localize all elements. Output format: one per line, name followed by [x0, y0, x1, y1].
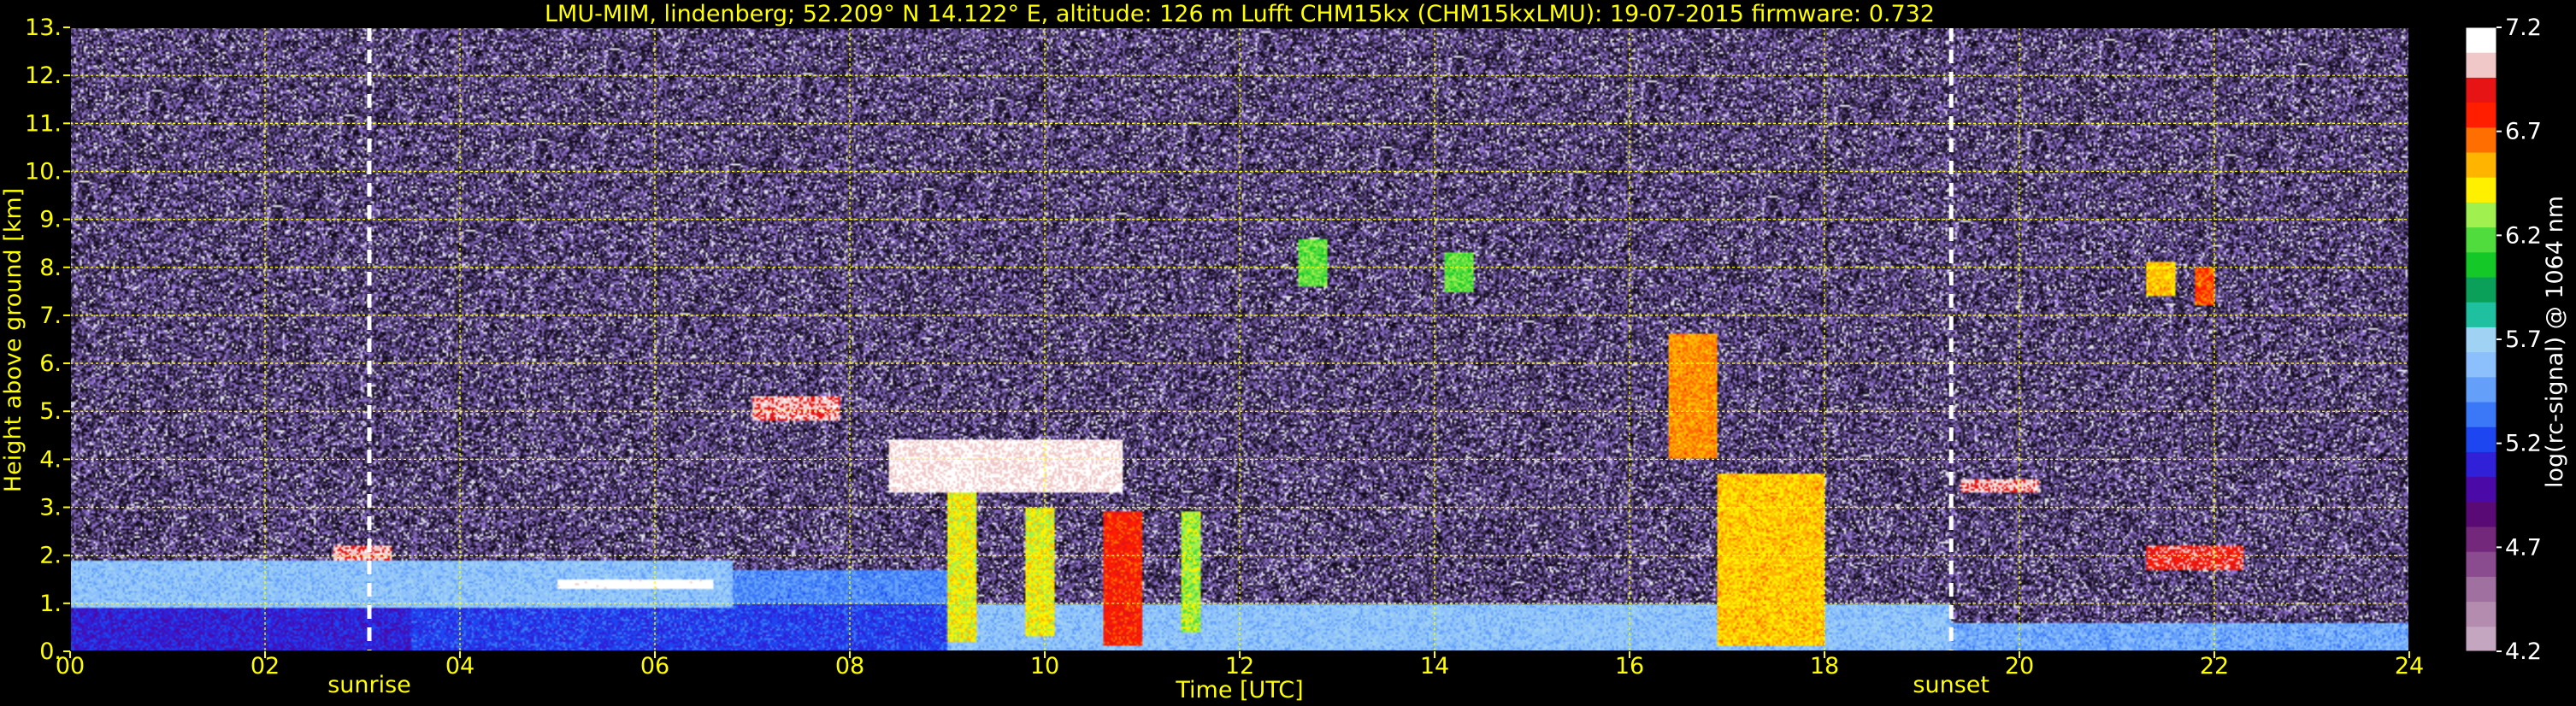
x-tick-label: 24 [2395, 653, 2424, 680]
x-tick-label: 14 [1420, 653, 1449, 680]
colorbar-swatch [2466, 402, 2496, 427]
colorbar-swatch [2466, 626, 2496, 652]
colorbar-swatch [2466, 501, 2496, 527]
y-tick-label: 10. [25, 158, 62, 185]
x-tick-label: 02 [251, 653, 280, 680]
y-tick-label: 2. [39, 543, 62, 569]
x-tick-label: 18 [1810, 653, 1839, 680]
colorbar-swatch [2466, 227, 2496, 253]
y-axis-label: Height above ground [km] [0, 188, 27, 492]
y-tick-label: 13. [25, 15, 62, 41]
colorbar-swatch [2466, 527, 2496, 552]
colorbar-tick-label: 6.7 [2505, 119, 2542, 145]
colorbar-swatch [2466, 551, 2496, 577]
colorbar-swatch [2466, 451, 2496, 478]
colorbar-swatch [2466, 327, 2496, 353]
colorbar-swatch [2466, 126, 2496, 153]
y-tick-label: 5. [39, 398, 62, 425]
annotation-label: sunset [1913, 672, 1989, 698]
colorbar-label: log(rc-signal) @ 1064 nm [2542, 196, 2568, 488]
ceilometer-chart: LMU-MIM, lindenberg; 52.209° N 14.122° E… [0, 1, 2568, 703]
y-tick-label: 4. [39, 446, 62, 473]
colorbar-swatch [2466, 102, 2496, 128]
x-tick-label: 20 [2005, 653, 2034, 680]
colorbar-swatch [2466, 152, 2496, 178]
x-tick-label: 16 [1615, 653, 1644, 680]
y-tick-label: 7. [39, 303, 62, 329]
colorbar-swatch [2466, 277, 2496, 303]
y-axis-ticks: 0. 1. 2. 3. 4. 5. 6. 7. 8. 9. 10. 11. 12. 13. [25, 15, 70, 665]
x-tick-label: 12 [1225, 653, 1254, 680]
y-tick-label: 8. [39, 255, 62, 281]
x-tick-label: 08 [835, 653, 864, 680]
colorbar-tick-label: 6.2 [2505, 222, 2542, 249]
chart-title: LMU-MIM, lindenberg; 52.209° N 14.122° E… [545, 1, 1935, 27]
x-tick-label: 10 [1030, 653, 1059, 680]
colorbar: 4.2 4.7 5.2 5.7 6.2 6.7 7.2 [2465, 15, 2542, 665]
colorbar-swatch [2466, 427, 2496, 452]
x-tick-label: 22 [2200, 653, 2229, 680]
colorbar-swatch [2466, 351, 2496, 378]
colorbar-swatch [2466, 52, 2496, 78]
y-tick-label: 9. [39, 207, 62, 233]
plot-area [69, 26, 2410, 652]
colorbar-swatch [2466, 77, 2496, 103]
colorbar-swatch [2466, 601, 2496, 627]
colorbar-swatch [2466, 476, 2496, 503]
x-axis-label: Time [UTC] [1175, 677, 1303, 703]
y-tick-label: 1. [39, 591, 62, 617]
colorbar-swatch [2466, 251, 2496, 278]
colorbar-swatch [2466, 302, 2496, 327]
colorbar-swatch [2466, 576, 2496, 603]
colorbar-swatch [2466, 27, 2496, 53]
colorbar-swatch [2466, 177, 2496, 203]
colorbar-tick-label: 5.7 [2505, 327, 2542, 353]
y-tick-label: 3. [39, 495, 62, 521]
y-tick-label: 11. [25, 110, 62, 137]
colorbar-tick-label: 4.7 [2505, 534, 2542, 561]
colorbar-tick-label: 5.2 [2505, 431, 2542, 457]
colorbar-swatch [2466, 376, 2496, 403]
colorbar-tick-label: 4.2 [2505, 638, 2542, 665]
x-tick-label: 06 [640, 653, 669, 680]
annotation-label: sunrise [327, 672, 411, 698]
y-tick-label: 6. [39, 350, 62, 377]
y-tick-label: 0. [39, 638, 62, 665]
x-tick-label: 04 [445, 653, 475, 680]
colorbar-tick-label: 7.2 [2505, 15, 2542, 41]
colorbar-swatch [2466, 202, 2496, 228]
y-tick-label: 12. [25, 62, 62, 89]
